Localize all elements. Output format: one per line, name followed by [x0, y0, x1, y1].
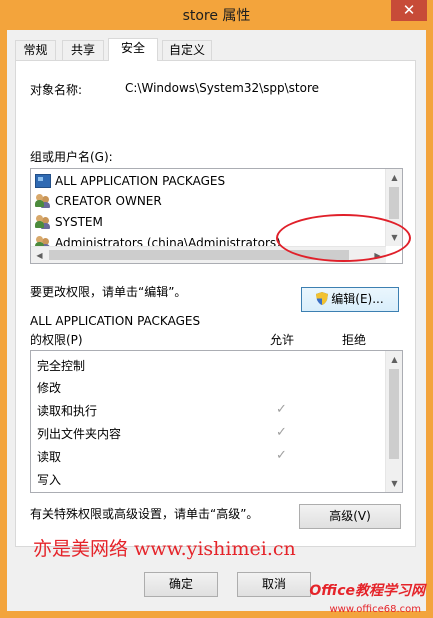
scroll-left-icon[interactable]: ◀	[31, 247, 48, 263]
list-item[interactable]: ALL APPLICATION PACKAGES	[35, 171, 385, 191]
users-label: 组或用户名(G):	[30, 150, 113, 164]
site-url-watermark: www.office68.com	[329, 604, 422, 615]
edit-button[interactable]: 编辑(E)...	[301, 287, 399, 312]
scroll-up-icon[interactable]: ▲	[386, 169, 402, 186]
advanced-button[interactable]: 高级(V)	[299, 504, 401, 529]
list-item[interactable]: SYSTEM	[35, 212, 103, 232]
users-icon	[35, 194, 51, 208]
deny-header: 拒绝	[342, 333, 367, 347]
permission-row: 写入	[37, 473, 62, 487]
permissions-label: 的权限(P)	[30, 333, 83, 347]
cancel-button[interactable]: 取消	[237, 572, 311, 597]
permissions-subject: ALL APPLICATION PACKAGES	[30, 314, 201, 328]
scroll-down-icon[interactable]: ▼	[386, 475, 402, 492]
tab-customize[interactable]: 自定义	[162, 40, 212, 60]
title-bar[interactable]: store 属性 ✕	[0, 0, 433, 30]
permission-row: 列出文件夹内容	[37, 427, 122, 441]
package-icon	[35, 174, 51, 188]
advanced-hint: 有关特殊权限或高级设置，请单击“高级”。	[30, 507, 259, 521]
scroll-thumb[interactable]	[389, 187, 399, 219]
dialog-client: 常规 共享 安全 自定义 对象名称: C:\Windows\System32\s…	[7, 30, 426, 611]
list-item-label: CREATOR OWNER	[55, 194, 162, 208]
highlight-annotation	[276, 214, 411, 262]
list-item[interactable]: CREATOR OWNER	[35, 191, 162, 211]
tab-sharing[interactable]: 共享	[62, 40, 104, 60]
allow-header: 允许	[270, 333, 295, 347]
allow-check-icon: ✓	[276, 448, 287, 463]
permission-row: 读取	[37, 450, 62, 464]
close-button[interactable]: ✕	[391, 0, 427, 21]
list-item-label: ALL APPLICATION PACKAGES	[55, 174, 226, 188]
allow-check-icon: ✓	[276, 425, 287, 440]
object-name-label: 对象名称:	[30, 83, 83, 97]
permissions-vertical-scrollbar[interactable]: ▲ ▼	[385, 351, 402, 492]
permission-row: 修改	[37, 381, 62, 395]
change-hint: 要更改权限，请单击“编辑”。	[30, 285, 187, 299]
ok-button[interactable]: 确定	[144, 572, 218, 597]
window-title: store 属性	[182, 8, 251, 24]
security-panel: 对象名称: C:\Windows\System32\spp\store 组或用户…	[15, 60, 416, 547]
tab-general[interactable]: 常规	[15, 40, 56, 60]
edit-button-label: 编辑(E)...	[331, 292, 384, 306]
scroll-up-icon[interactable]: ▲	[386, 351, 402, 368]
properties-window: store 属性 ✕ 常规 共享 安全 自定义 对象名称: C:\Windows…	[0, 0, 433, 618]
permission-row: 完全控制	[37, 359, 86, 373]
allow-check-icon: ✓	[276, 402, 287, 417]
permission-row: 读取和执行	[37, 404, 98, 418]
list-item-label: SYSTEM	[55, 215, 103, 229]
tab-security[interactable]: 安全	[108, 38, 158, 61]
watermark-text: 亦是美网络 www.yishimei.cn	[33, 538, 296, 560]
site-watermark: Office教程学习网	[309, 583, 425, 599]
scroll-thumb[interactable]	[389, 369, 399, 459]
users-icon	[35, 215, 51, 229]
object-name-value: C:\Windows\System32\spp\store	[125, 81, 320, 95]
uac-shield-icon	[316, 292, 329, 305]
permissions-list[interactable]: 完全控制 修改 读取和执行 列出文件夹内容 读取 写入 ✓ ✓ ✓ ▲ ▼	[30, 350, 403, 493]
